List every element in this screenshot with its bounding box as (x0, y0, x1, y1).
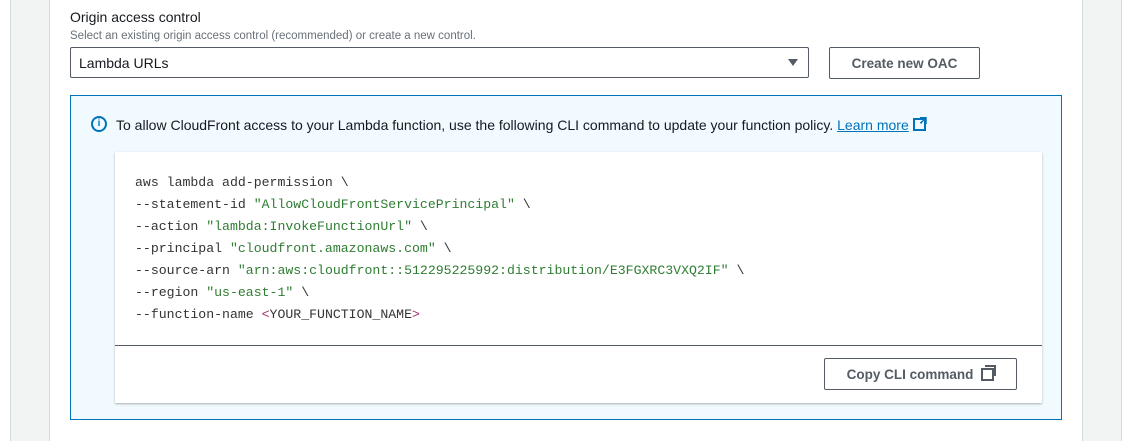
info-icon: i (91, 116, 107, 132)
field-label: Origin access control (70, 9, 201, 25)
selected-value: Lambda URLs (79, 55, 169, 71)
code-line: --source-arn "arn:aws:cloudfront::512295… (135, 263, 745, 278)
code-line: --region "us-east-1" \ (135, 285, 310, 300)
field-description: Select an existing origin access control… (70, 30, 476, 42)
left-gutter (10, 0, 50, 441)
copy-button-label: Copy CLI command (846, 366, 974, 382)
cli-code-block: aws lambda add-permission \ --statement-… (135, 172, 744, 326)
info-text: To allow CloudFront access to your Lambd… (116, 117, 926, 133)
origin-access-control-select[interactable]: Lambda URLs (70, 47, 809, 78)
learn-more-link[interactable]: Learn more (837, 117, 909, 133)
caret-down-icon (788, 59, 798, 66)
code-line: --action "lambda:InvokeFunctionUrl" \ (135, 219, 428, 234)
copy-cli-command-button[interactable]: Copy CLI command (824, 358, 1017, 390)
code-line: aws lambda add-permission \ (135, 175, 349, 190)
cli-command-card: aws lambda add-permission \ --statement-… (115, 152, 1042, 403)
info-alert: i To allow CloudFront access to your Lam… (70, 95, 1062, 420)
create-new-oac-button[interactable]: Create new OAC (829, 47, 980, 79)
code-line: --function-name <YOUR_FUNCTION_NAME> (135, 307, 420, 322)
right-gutter (1082, 0, 1122, 441)
divider (115, 345, 1042, 346)
external-link-icon[interactable] (912, 118, 926, 131)
info-message: To allow CloudFront access to your Lambd… (116, 117, 834, 133)
copy-icon (981, 364, 997, 381)
code-line: --statement-id "AllowCloudFrontServicePr… (135, 197, 531, 212)
code-line: --principal "cloudfront.amazonaws.com" \ (135, 241, 452, 256)
